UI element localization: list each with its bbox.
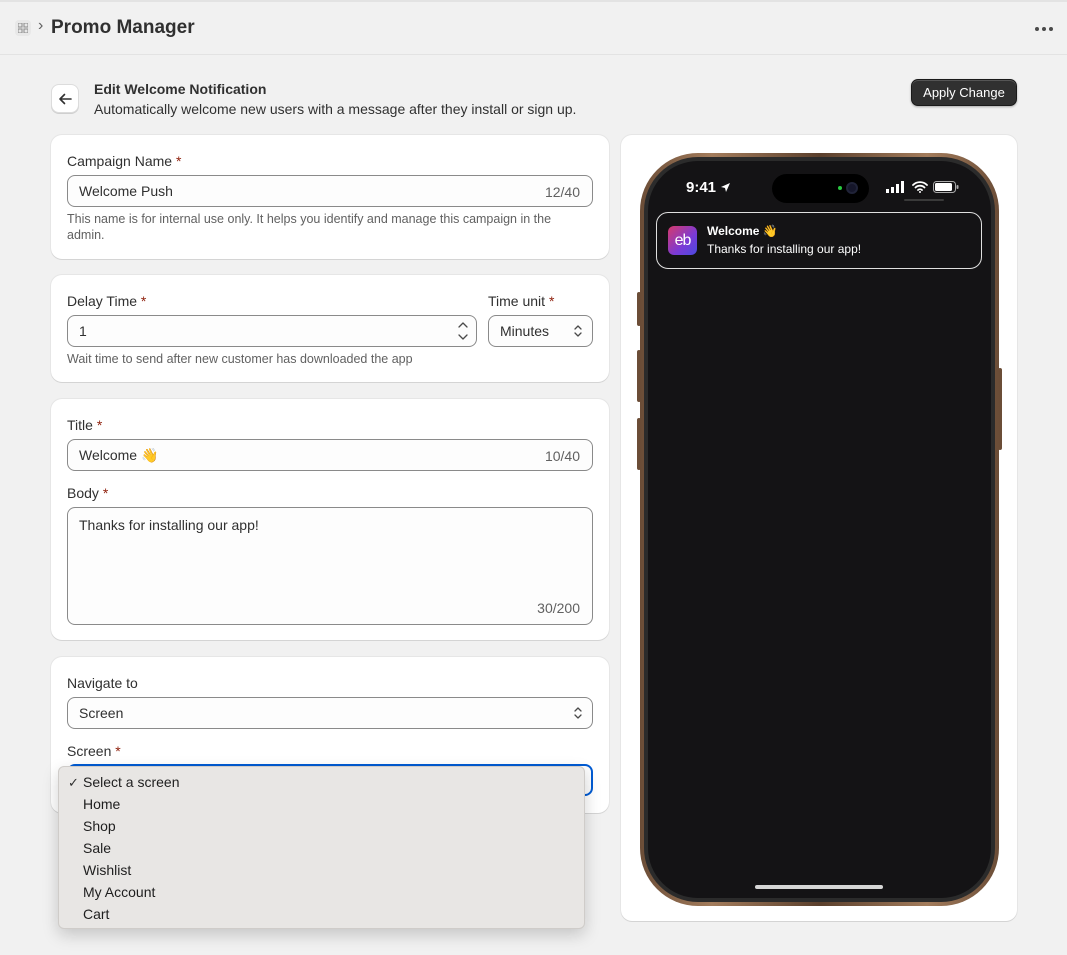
home-indicator — [755, 885, 883, 889]
notification-title: Welcome 👋 — [707, 224, 778, 238]
camera-icon — [846, 182, 858, 194]
select-arrows-icon — [574, 707, 582, 719]
screen-option-sale[interactable]: Sale — [83, 840, 111, 856]
navigate-to-value: Screen — [79, 705, 124, 721]
screen-option-wishlist[interactable]: Wishlist — [83, 862, 131, 878]
camera-indicator — [838, 186, 842, 190]
status-time: 9:41 — [686, 179, 731, 196]
status-indicators — [886, 181, 959, 196]
number-stepper-icon[interactable] — [456, 319, 470, 343]
delay-time-input[interactable]: 1 — [67, 315, 477, 347]
campaign-name-input[interactable]: Welcome Push 12/40 — [67, 175, 593, 207]
apps-icon[interactable] — [15, 20, 31, 36]
screen-dropdown: ✓ Select a screen Home Shop Sale Wishlis… — [58, 766, 585, 929]
time-unit-value: Minutes — [500, 323, 550, 339]
screen-label: Screen * — [67, 743, 121, 759]
campaign-name-help: This name is for internal use only. It h… — [67, 212, 552, 242]
breadcrumb-separator: › — [38, 17, 44, 34]
screen-option-my-account[interactable]: My Account — [83, 884, 155, 900]
body-count: 30/200 — [537, 600, 580, 616]
notification-preview: eb Welcome 👋 Thanks for installing our a… — [656, 212, 982, 269]
check-icon: ✓ — [68, 775, 79, 790]
body-textarea[interactable]: Thanks for installing our app! 30/200 — [67, 507, 593, 625]
signal-icon — [886, 181, 904, 193]
page-subtitle: Automatically welcome new users with a m… — [94, 101, 577, 117]
body-label: Body * — [67, 485, 109, 501]
navigate-to-select[interactable]: Screen — [67, 697, 593, 729]
notification-body: Thanks for installing our app! — [707, 242, 862, 256]
campaign-name-count: 12/40 — [544, 184, 580, 200]
back-button[interactable] — [51, 84, 79, 113]
screen-option-home[interactable]: Home — [83, 796, 120, 812]
screen-option-shop[interactable]: Shop — [83, 818, 116, 834]
top-bar: › Promo Manager — [0, 0, 1067, 55]
title-value: Welcome 👋 — [79, 447, 159, 463]
time-unit-label: Time unit * — [488, 293, 555, 309]
battery-icon — [933, 181, 959, 193]
title-label: Title * — [67, 417, 103, 433]
phone-screen — [648, 161, 991, 898]
delay-time-value: 1 — [79, 323, 87, 339]
screen-option-select[interactable]: Select a screen — [83, 774, 180, 790]
navigate-to-label: Navigate to — [67, 675, 138, 691]
delay-time-help: Wait time to send after new customer has… — [67, 352, 413, 366]
page-title: Edit Welcome Notification — [94, 81, 267, 97]
time-unit-select[interactable]: Minutes — [488, 315, 593, 347]
app-logo-icon: eb — [668, 226, 697, 255]
location-arrow-icon — [721, 183, 731, 192]
delay-time-label: Delay Time * — [67, 293, 147, 309]
arrow-left-icon — [59, 93, 72, 105]
campaign-name-value: Welcome Push — [79, 183, 173, 199]
campaign-name-label: Campaign Name * — [67, 153, 182, 169]
swipe-hint — [904, 199, 944, 201]
more-actions-icon[interactable] — [1034, 18, 1054, 38]
select-arrows-icon — [574, 325, 582, 337]
title-input[interactable]: Welcome 👋 10/40 — [67, 439, 593, 471]
body-value: Thanks for installing our app! — [79, 517, 259, 533]
title-count: 10/40 — [544, 448, 580, 464]
wifi-icon — [911, 181, 928, 193]
apply-change-button[interactable]: Apply Change — [911, 79, 1017, 106]
app-title: Promo Manager — [51, 17, 195, 38]
screen-option-cart[interactable]: Cart — [83, 906, 109, 922]
